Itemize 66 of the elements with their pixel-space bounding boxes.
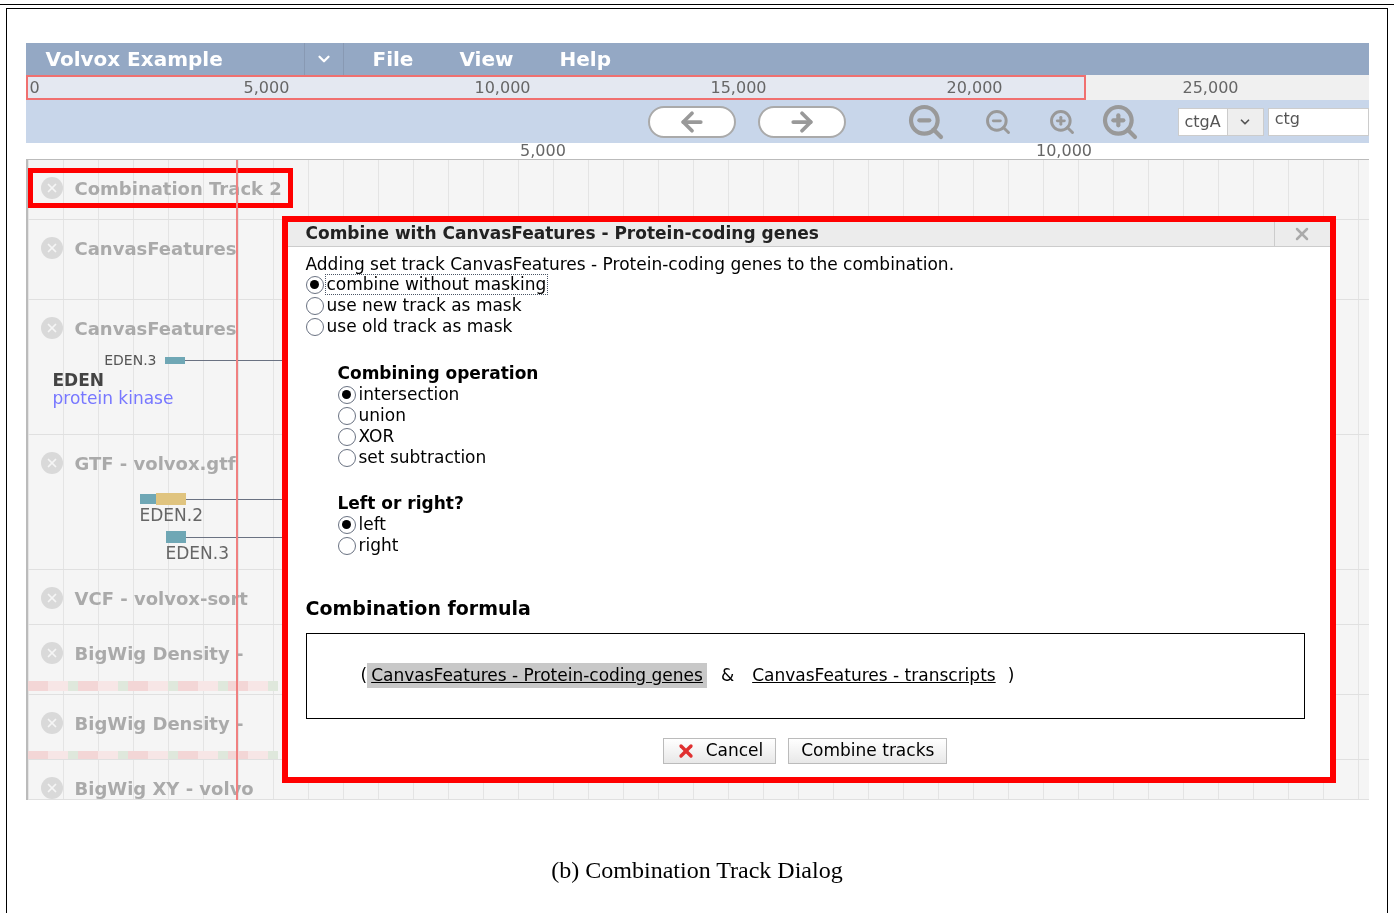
ruler-label: 10,000 [473,76,532,99]
feature-block[interactable] [155,493,186,505]
option-label[interactable]: XOR [357,427,396,446]
close-icon[interactable] [40,587,63,609]
dialog-message: Adding set track CanvasFeatures - Protein-coding genes to the combination. [305,255,956,274]
feature-label: EDEN.3 [165,543,229,563]
ruler-label: 10,000 [1035,143,1093,159]
section-heading: Left or right? [337,492,465,514]
feature-block[interactable] [139,494,156,504]
track-link[interactable]: CanvasFeatures - Protein-coding genes [367,662,707,689]
gene-description: protein kinase [52,389,174,407]
ruler-label: 0 [28,76,41,99]
location-field[interactable]: ctg [1267,107,1369,136]
option-label[interactable]: set subtraction [357,448,488,467]
zoom-out-icon[interactable] [983,107,1012,136]
feature-block[interactable] [164,357,185,364]
option-label[interactable]: left [357,515,388,534]
section-heading: Combining operation [337,362,540,384]
ruler-label: 5,000 [242,76,291,99]
paren: ( [360,663,368,687]
close-icon[interactable] [40,777,63,799]
section-heading: Combination formula [305,596,532,621]
ruler-label: 15,000 [709,76,768,99]
option-label[interactable]: union [357,406,407,425]
feature-block[interactable] [165,531,186,543]
radio-button[interactable] [337,385,356,404]
combine-button[interactable]: Combine tracks [788,737,948,764]
close-icon[interactable] [40,237,63,259]
track-name: CanvasFeatures [74,316,237,341]
ruler-label: 25,000 [1181,76,1240,99]
track-name: CanvasFeatures [74,236,237,261]
operator: & [720,663,735,687]
cancel-button[interactable]: Cancel [662,737,777,764]
zoom-in-icon[interactable] [1047,107,1076,136]
radio-button[interactable] [337,406,356,425]
radio-button[interactable] [337,515,356,534]
reference-select[interactable]: ctgA [1177,107,1264,136]
track-name: GTF - volvox.gtf [74,451,236,476]
close-icon[interactable] [40,452,63,474]
close-icon[interactable] [40,642,63,664]
radio-button[interactable] [337,448,356,467]
figure-caption: (b) Combination Track Dialog [551,856,843,885]
pan-left-button[interactable] [647,105,736,138]
option-label[interactable]: intersection [357,385,461,404]
radio-button[interactable] [305,317,324,336]
pan-right-button[interactable] [757,105,846,138]
radio-button[interactable] [305,296,324,315]
option-label[interactable]: use old track as mask [325,317,514,336]
radio-button[interactable] [337,427,356,446]
track-link[interactable]: CanvasFeatures - transcripts [748,662,1000,689]
radio-button[interactable] [305,275,324,294]
option-label[interactable]: right [357,536,400,555]
option-label[interactable]: combine without masking [325,275,548,294]
close-icon[interactable] [40,317,63,339]
dialog-title: Combine with CanvasFeatures - Protein-coding genes [304,222,820,246]
highlighted-region[interactable] [25,75,1086,100]
ruler-label: 20,000 [945,76,1004,99]
paren: ) [1007,663,1015,687]
feature-label: EDEN.3 [103,351,158,370]
option-label[interactable]: use new track as mask [325,296,523,315]
ruler-label: 5,000 [519,143,567,159]
feature-label: EDEN.2 [139,505,203,525]
close-icon[interactable] [40,177,63,199]
gene-name: EDEN [52,371,105,389]
radio-button[interactable] [337,536,356,555]
close-icon[interactable] [40,712,63,734]
